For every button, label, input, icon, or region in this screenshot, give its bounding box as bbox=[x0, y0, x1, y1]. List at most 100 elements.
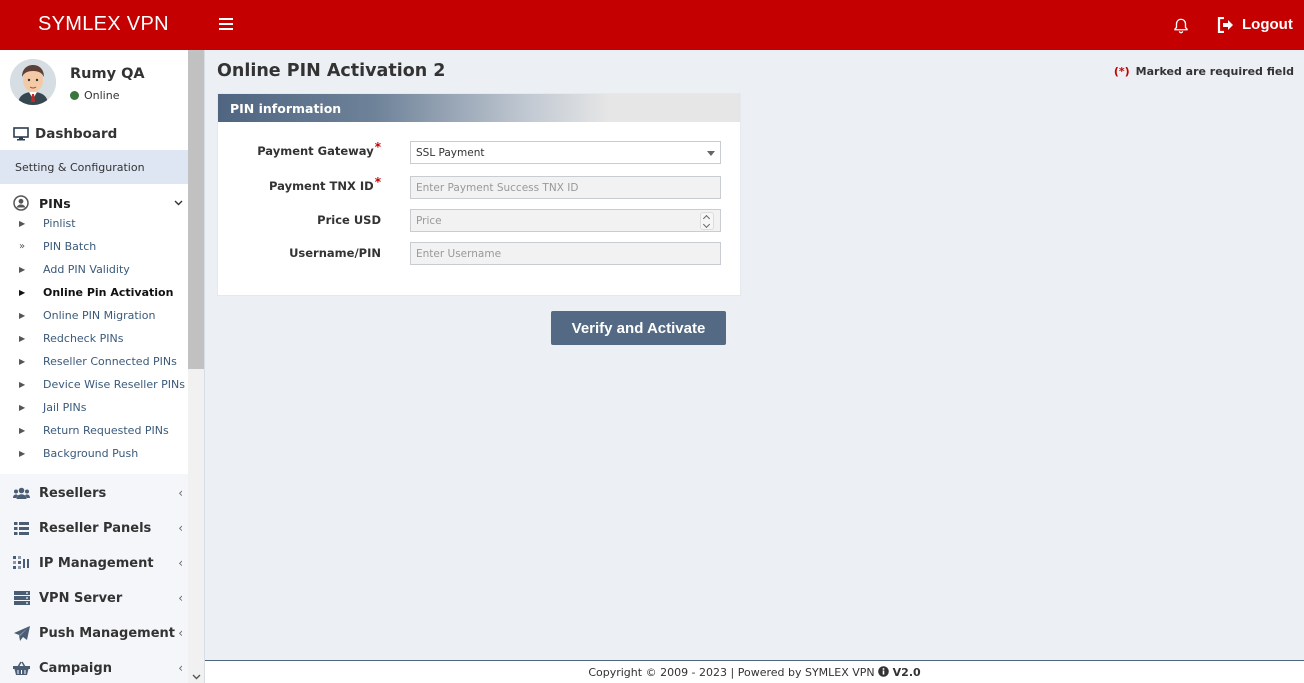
avatar bbox=[10, 59, 56, 105]
sidebar-subitem-background-push[interactable]: ▶ Background Push bbox=[0, 442, 188, 465]
caret-right-icon: ▶ bbox=[19, 357, 26, 366]
username-pin-input[interactable]: Enter Username bbox=[410, 242, 721, 265]
caret-right-icon: ▶ bbox=[19, 449, 26, 458]
sidebar-scrollbar-thumb[interactable] bbox=[188, 50, 204, 369]
sidebar-subitem-device-wise-reseller-pins[interactable]: ▶ Device Wise Reseller PINs bbox=[0, 373, 188, 396]
online-status-dot-icon bbox=[70, 91, 79, 100]
page-title: Online PIN Activation 2 bbox=[217, 61, 446, 81]
payment-gateway-select[interactable]: SSL Payment bbox=[410, 141, 721, 164]
sidebar-subitem-label: PIN Batch bbox=[43, 240, 97, 253]
logout-icon bbox=[1217, 16, 1233, 33]
sidebar-subitem-add-pin-validity[interactable]: ▶ Add PIN Validity bbox=[0, 258, 188, 281]
sidebar-item-label: Resellers bbox=[39, 485, 107, 501]
sidebar-subitem-label: Reseller Connected PINs bbox=[43, 355, 177, 368]
sidebar: Rumy QA Online Dashboard Setting & Confi… bbox=[0, 50, 205, 683]
caret-right-icon: ▶ bbox=[19, 426, 26, 435]
user-status-label: Online bbox=[84, 89, 120, 102]
required-mark: (*) bbox=[1113, 65, 1130, 78]
caret-right-icon: ▶ bbox=[19, 334, 26, 343]
chevron-down-icon bbox=[174, 200, 183, 206]
paper-plane-icon bbox=[13, 625, 30, 641]
sidebar-subitem-redcheck-pins[interactable]: ▶ Redcheck PINs bbox=[0, 327, 188, 350]
sidebar-item-pins[interactable]: PINs bbox=[13, 195, 183, 211]
chevron-left-icon: ‹ bbox=[178, 591, 183, 605]
info-icon bbox=[878, 666, 889, 677]
sidebar-item-vpn-server[interactable]: VPN Server ‹ bbox=[13, 588, 183, 608]
chevron-left-icon: ‹ bbox=[178, 556, 183, 570]
basket-icon bbox=[13, 661, 30, 675]
ip-network-icon bbox=[13, 556, 29, 569]
panel-header: PIN information bbox=[218, 94, 740, 122]
scroll-down-arrow-icon[interactable] bbox=[192, 672, 201, 681]
chevron-left-icon: ‹ bbox=[178, 486, 183, 500]
payment-tnx-id-input[interactable]: Enter Payment Success TNX ID bbox=[410, 176, 721, 199]
payment-gateway-label: Payment Gateway* bbox=[257, 140, 381, 158]
sidebar-subitem-pinlist[interactable]: ▶ Pinlist bbox=[0, 212, 188, 235]
sidebar-section-header: Setting & Configuration bbox=[0, 150, 188, 184]
sidebar-subitem-label: Online PIN Migration bbox=[43, 309, 156, 322]
footer-version: V2.0 bbox=[892, 666, 921, 679]
notification-bell-icon[interactable] bbox=[1172, 17, 1190, 35]
double-chevron-right-icon: » bbox=[19, 241, 26, 252]
caret-right-icon: ▶ bbox=[19, 288, 26, 297]
sidebar-item-campaign[interactable]: Campaign ‹ bbox=[13, 658, 183, 678]
sidebar-menu-group bbox=[0, 474, 188, 683]
user-circle-icon bbox=[13, 195, 29, 211]
caret-right-icon: ▶ bbox=[19, 403, 26, 412]
sidebar-scrollbar[interactable] bbox=[188, 50, 204, 683]
sidebar-item-resellers[interactable]: Resellers ‹ bbox=[13, 483, 183, 503]
menu-toggle-icon[interactable] bbox=[219, 18, 233, 30]
sidebar-item-label: Dashboard bbox=[35, 126, 118, 142]
sidebar-item-push-management[interactable]: Push Management ‹ bbox=[13, 623, 183, 643]
caret-right-icon: ▶ bbox=[19, 219, 26, 228]
sidebar-subitem-label: Background Push bbox=[43, 447, 139, 460]
logout-button[interactable]: Logout bbox=[1217, 16, 1293, 33]
caret-right-icon: ▶ bbox=[19, 380, 26, 389]
chevron-left-icon: ‹ bbox=[178, 521, 183, 535]
sidebar-item-dashboard[interactable]: Dashboard bbox=[13, 126, 117, 142]
sidebar-item-label: PINs bbox=[39, 195, 71, 211]
user-status: Online bbox=[70, 89, 119, 102]
number-spinner-icon[interactable] bbox=[700, 212, 714, 230]
sidebar-item-label: Push Management bbox=[39, 625, 175, 641]
price-usd-input[interactable]: Price bbox=[410, 209, 721, 232]
sidebar-item-ip-management[interactable]: IP Management ‹ bbox=[13, 553, 183, 573]
sidebar-subitem-label: Pinlist bbox=[43, 217, 76, 230]
footer-copyright: Copyright © 2009 - 2023 | Powered by SYM… bbox=[588, 666, 875, 679]
sidebar-subitem-label: Return Requested PINs bbox=[43, 424, 169, 437]
dropdown-caret-icon bbox=[707, 151, 715, 156]
required-field-note: (*) Marked are required field bbox=[1114, 65, 1294, 78]
sidebar-subitem-label: Jail PINs bbox=[43, 401, 87, 414]
sidebar-subitem-online-pin-activation[interactable]: ▶ Online Pin Activation bbox=[0, 281, 188, 304]
price-usd-label: Price USD bbox=[317, 213, 381, 227]
top-navbar: SYMLEX VPN Logout bbox=[0, 0, 1304, 50]
footer: Copyright © 2009 - 2023 | Powered by SYM… bbox=[205, 660, 1304, 683]
sidebar-subitem-label: Online Pin Activation bbox=[43, 286, 174, 299]
sidebar-subitem-label: Add PIN Validity bbox=[43, 263, 130, 276]
brand-logo[interactable]: SYMLEX VPN bbox=[38, 13, 169, 36]
sidebar-subitem-online-pin-migration[interactable]: ▶ Online PIN Migration bbox=[0, 304, 188, 327]
sidebar-subitem-jail-pins[interactable]: ▶ Jail PINs bbox=[0, 396, 188, 419]
sidebar-subitem-pin-batch[interactable]: » PIN Batch bbox=[0, 235, 188, 258]
chevron-left-icon: ‹ bbox=[178, 661, 183, 675]
verify-and-activate-button[interactable]: Verify and Activate bbox=[551, 311, 726, 345]
sidebar-subitem-return-requested-pins[interactable]: ▶ Return Requested PINs bbox=[0, 419, 188, 442]
sidebar-subitem-label: Device Wise Reseller PINs bbox=[43, 378, 185, 391]
sidebar-subitem-label: Redcheck PINs bbox=[43, 332, 124, 345]
sidebar-item-label: IP Management bbox=[39, 555, 154, 571]
list-icon bbox=[14, 521, 29, 535]
server-icon bbox=[13, 591, 30, 605]
sidebar-item-label: VPN Server bbox=[39, 590, 123, 606]
caret-right-icon: ▶ bbox=[19, 311, 26, 320]
sidebar-item-reseller-panels[interactable]: Reseller Panels ‹ bbox=[13, 518, 183, 538]
monitor-icon bbox=[13, 127, 29, 141]
caret-right-icon: ▶ bbox=[19, 265, 26, 274]
payment-tnx-id-label: Payment TNX ID* bbox=[269, 175, 381, 193]
user-name: Rumy QA bbox=[70, 66, 145, 82]
pin-information-panel: PIN information Payment Gateway* SSL Pay… bbox=[217, 93, 741, 296]
payment-gateway-value: SSL Payment bbox=[416, 147, 485, 159]
logout-label: Logout bbox=[1242, 16, 1293, 33]
users-icon bbox=[13, 487, 30, 499]
sidebar-item-label: Reseller Panels bbox=[39, 520, 152, 536]
sidebar-subitem-reseller-connected-pins[interactable]: ▶ Reseller Connected PINs bbox=[0, 350, 188, 373]
